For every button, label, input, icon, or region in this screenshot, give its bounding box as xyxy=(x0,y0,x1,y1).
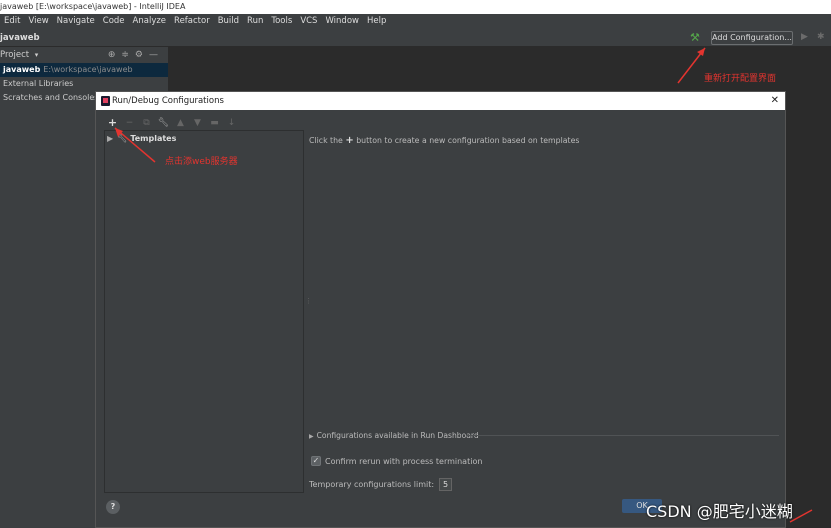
tree-item-path: E:\workspace\javaweb xyxy=(43,65,133,74)
configuration-tree: ▶ 🔧︎ Templates xyxy=(104,130,304,493)
tree-item-label: javaweb xyxy=(3,65,41,74)
menu-code[interactable]: Code xyxy=(99,14,129,29)
tree-item-label: Scratches and Consoles xyxy=(3,93,99,102)
run-dashboard-section[interactable]: ▶ Configurations available in Run Dashboa… xyxy=(309,431,479,440)
build-hammer-icon[interactable]: ⚒ xyxy=(690,32,702,44)
window-title-bar: javaweb [E:\workspace\javaweb] - Intelli… xyxy=(0,0,831,14)
run-icon[interactable]: ▶ xyxy=(801,32,808,42)
add-configuration-button[interactable]: Add Configuration... xyxy=(711,31,793,45)
move-down-icon[interactable]: ▼ xyxy=(189,116,206,130)
locate-icon[interactable]: ⊕ xyxy=(108,50,122,60)
tree-item-label: External Libraries xyxy=(3,79,74,88)
hide-icon[interactable]: — xyxy=(149,50,164,60)
annotation-reopen: 重新打开配置界面 xyxy=(704,74,777,84)
chevron-right-icon[interactable]: ▶ xyxy=(107,134,113,143)
collapse-icon[interactable]: ≑ xyxy=(121,50,135,60)
menu-help[interactable]: Help xyxy=(363,14,390,29)
wrench-icon[interactable]: 🔧︎ xyxy=(155,116,172,130)
menu-run[interactable]: Run xyxy=(243,14,267,29)
copy-icon[interactable]: ⧉ xyxy=(138,116,155,130)
intellij-app-icon xyxy=(101,96,110,106)
add-configuration-plus-icon[interactable]: + xyxy=(104,116,121,130)
section-divider xyxy=(466,435,779,436)
menu-vcs[interactable]: VCS xyxy=(296,14,321,29)
confirm-rerun-label: Confirm rerun with process termination xyxy=(325,456,483,466)
menu-tools[interactable]: Tools xyxy=(267,14,296,29)
remove-icon[interactable]: − xyxy=(121,116,138,130)
menu-navigate[interactable]: Navigate xyxy=(53,14,99,29)
menu-bar: Edit View Navigate Code Analyze Refactor… xyxy=(0,14,831,29)
temp-limit-label: Temporary configurations limit: xyxy=(309,480,435,489)
menu-view[interactable]: View xyxy=(24,14,52,29)
empty-state-hint: Click the + button to create a new confi… xyxy=(309,135,579,146)
hint-prefix: Click the xyxy=(309,136,343,145)
gear-icon[interactable]: ⚙ xyxy=(135,50,149,60)
menu-window[interactable]: Window xyxy=(321,14,363,29)
confirm-rerun-option[interactable]: ✓ Confirm rerun with process termination xyxy=(311,456,482,466)
dialog-title: Run/Debug Configurations xyxy=(112,96,224,106)
temp-config-limit: Temporary configurations limit: 5 xyxy=(309,478,453,491)
folder-icon[interactable]: ▬ xyxy=(206,116,223,130)
chevron-down-icon[interactable]: ▾ xyxy=(35,51,39,59)
tree-item-external-libraries[interactable]: External Libraries xyxy=(0,77,168,91)
annotation-add-server: 点击添web服务器 xyxy=(165,157,238,167)
confirm-rerun-checkbox[interactable]: ✓ xyxy=(311,456,321,466)
close-icon[interactable]: ✕ xyxy=(771,92,779,110)
hint-suffix: button to create a new configuration bas… xyxy=(356,136,580,145)
dialog-title-bar: Run/Debug Configurations ✕ xyxy=(96,92,785,110)
templates-label: Templates xyxy=(130,134,177,143)
dialog-toolbar: + − ⧉ 🔧︎ ▲ ▼ ▬ ↓ xyxy=(104,116,240,130)
sort-icon[interactable]: ↓ xyxy=(223,116,240,130)
help-button[interactable]: ? xyxy=(106,500,120,514)
move-up-icon[interactable]: ▲ xyxy=(172,116,189,130)
menu-refactor[interactable]: Refactor xyxy=(170,14,214,29)
tree-item-javaweb[interactable]: javaweb E:\workspace\javaweb xyxy=(0,63,168,77)
csdn-watermark: CSDN @肥宅小迷糊 xyxy=(646,502,793,521)
chevron-right-icon[interactable]: ▶ xyxy=(309,433,314,440)
tree-item-templates[interactable]: ▶ 🔧︎ Templates xyxy=(107,133,176,145)
run-dashboard-label: Configurations available in Run Dashboar… xyxy=(316,431,479,440)
menu-build[interactable]: Build xyxy=(214,14,243,29)
project-panel-header[interactable]: Project ▾ ⊕≑⚙— xyxy=(0,47,168,63)
plus-icon: + xyxy=(345,135,354,146)
debug-icon[interactable]: ✱ xyxy=(817,32,825,42)
navigation-bar: javaweb ⚒ Add Configuration... ▶ ✱ xyxy=(0,29,831,47)
temp-limit-input[interactable]: 5 xyxy=(439,478,453,491)
menu-analyze[interactable]: Analyze xyxy=(129,14,171,29)
menu-edit[interactable]: Edit xyxy=(0,14,24,29)
project-panel-title: Project xyxy=(0,50,30,60)
wrench-icon: 🔧︎ xyxy=(117,134,128,143)
splitter-handle[interactable]: ⋮ xyxy=(305,297,312,307)
breadcrumb[interactable]: javaweb xyxy=(0,31,44,45)
window-title: javaweb [E:\workspace\javaweb] - Intelli… xyxy=(0,2,186,11)
panel-tools: ⊕≑⚙— xyxy=(108,47,164,63)
